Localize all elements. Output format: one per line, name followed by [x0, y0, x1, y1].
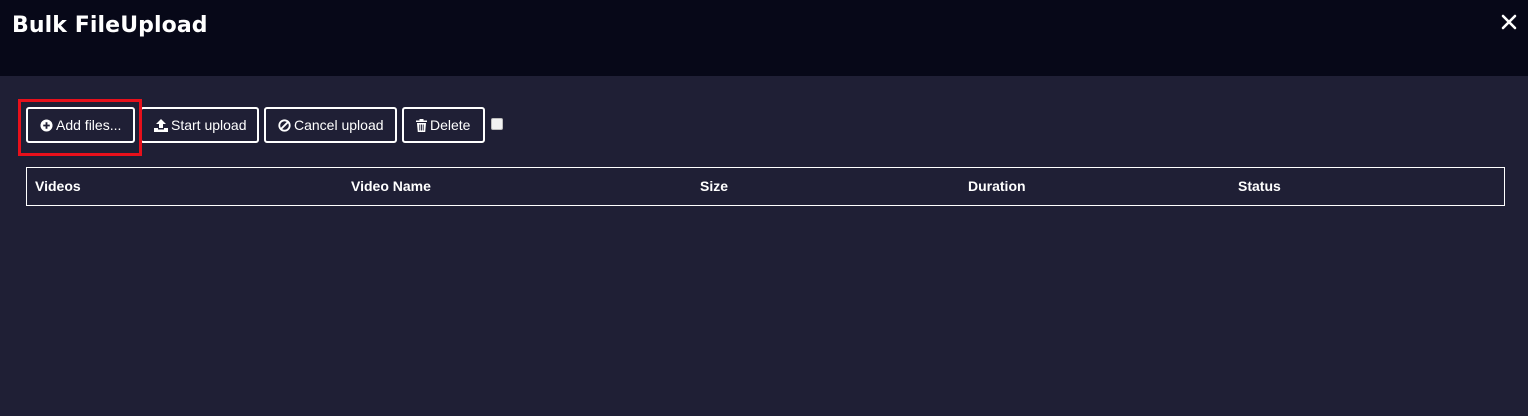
cancel-upload-button[interactable]: Cancel upload: [264, 107, 397, 143]
column-header-video-name: Video Name: [351, 178, 431, 194]
close-icon: [1501, 14, 1517, 30]
select-all-checkbox[interactable]: [491, 118, 503, 130]
start-upload-button[interactable]: Start upload: [140, 107, 259, 143]
delete-label: Delete: [430, 117, 471, 133]
add-files-label: Add files...: [56, 117, 122, 133]
start-upload-label: Start upload: [171, 117, 247, 133]
column-header-size: Size: [700, 178, 729, 194]
cancel-upload-label: Cancel upload: [294, 117, 384, 133]
upload-toolbar: Add files... Start upload Cancel upload: [26, 107, 503, 143]
column-header-videos: Videos: [35, 178, 81, 194]
ban-icon: [278, 118, 291, 132]
column-header-duration: Duration: [968, 178, 1026, 194]
add-files-button[interactable]: Add files...: [26, 107, 135, 143]
close-button[interactable]: [1498, 10, 1520, 34]
file-table: Videos Video Name Size Duration Status: [26, 167, 1505, 206]
bulk-upload-modal: Bulk FileUpload Add files... Start uploa…: [0, 0, 1528, 416]
upload-icon: [154, 118, 168, 132]
column-header-status: Status: [1238, 178, 1281, 194]
delete-button[interactable]: Delete: [402, 107, 485, 143]
plus-circle-icon: [40, 118, 53, 132]
modal-header: Bulk FileUpload: [0, 0, 1528, 76]
modal-title: Bulk FileUpload: [12, 13, 208, 38]
trash-icon: [416, 118, 427, 132]
